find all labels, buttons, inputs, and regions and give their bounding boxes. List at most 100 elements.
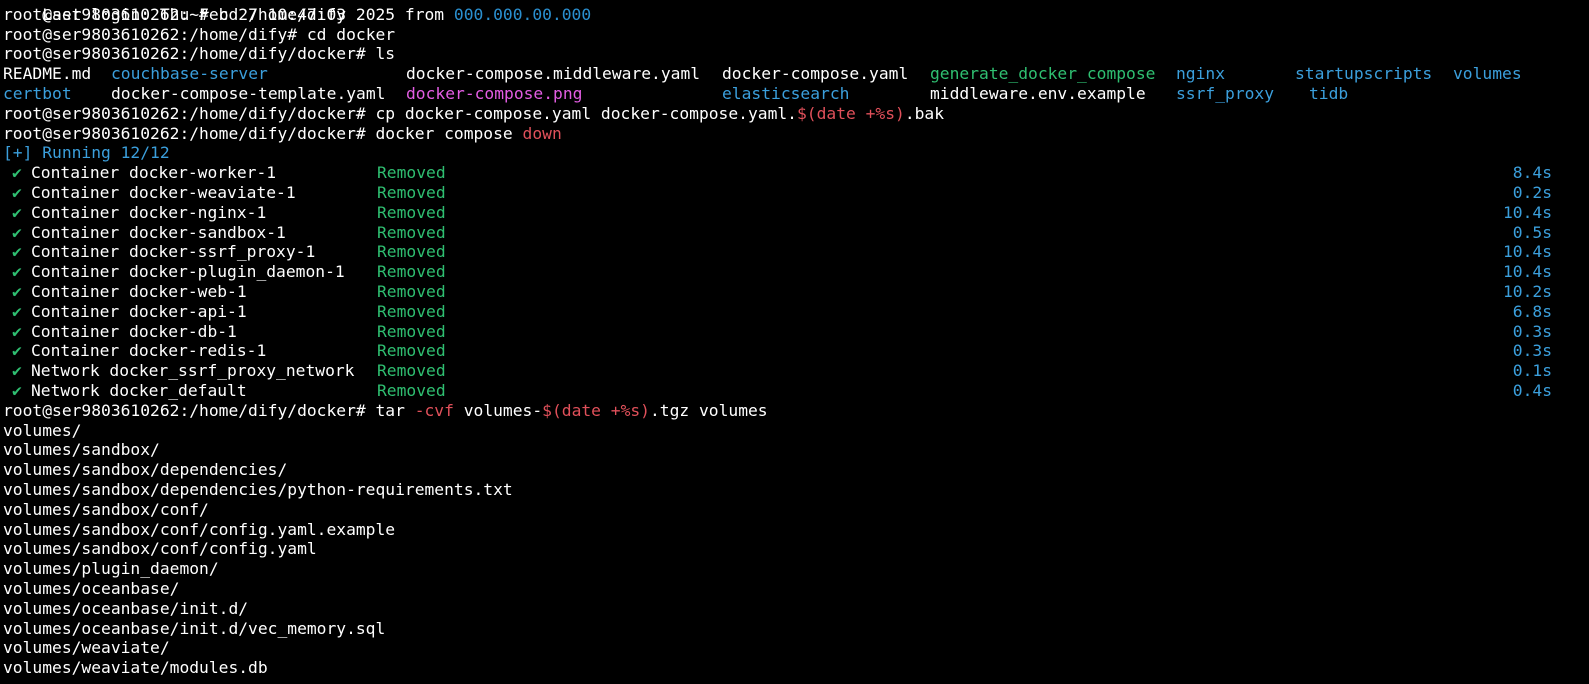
ls-entry-directory: certbot: [3, 83, 72, 103]
checkmark-icon: ✔: [12, 262, 22, 282]
checkmark-icon: ✔: [12, 163, 22, 183]
ls-entry-directory: elasticsearch: [722, 83, 850, 103]
tar-output-line: volumes/sandbox/conf/config.yaml.example: [3, 519, 396, 539]
checkmark-icon: ✔: [12, 321, 22, 341]
command-text: docker compose: [375, 123, 523, 143]
resource-status-line: ✔ Network docker_ssrf_proxy_network Remove…: [3, 361, 1586, 381]
resource-name: Container docker-api-1: [31, 301, 247, 321]
resource-duration: 0.1s: [1512, 361, 1552, 381]
resource-name: Container docker-sandbox-1: [31, 222, 286, 242]
resource-duration: 8.4s: [1512, 163, 1552, 183]
shell-prompt: root@ser9803610262:/home/dify/docker#: [3, 123, 376, 143]
resource-duration: 10.2s: [1502, 281, 1552, 301]
resource-status-line: ✔ Container docker-plugin_daemon-1 Removed…: [3, 262, 1586, 282]
ls-entry-image: docker-compose.png: [406, 83, 583, 103]
resource-state: Removed: [377, 361, 446, 381]
resource-status-line: ✔ Container docker-redis-1 Removed 0.3s: [3, 341, 1586, 361]
resource-status-line: ✔ Container docker-api-1 Removed 6.8s: [3, 302, 1586, 322]
command-text: cp docker-compose.yaml docker-compose.ya…: [375, 103, 797, 123]
resource-duration: 10.4s: [1502, 202, 1552, 222]
resource-status-line: ✔ Container docker-db-1 Removed 0.3s: [3, 322, 1586, 342]
resource-state: Removed: [377, 242, 446, 262]
resource-name: Container docker-web-1: [31, 281, 247, 301]
checkmark-icon: ✔: [12, 380, 22, 400]
resource-name: Container docker-ssrf_proxy-1: [31, 242, 316, 262]
terminal-window[interactable]: Last login: Thu Feb 27 10:47:03 2025 fro…: [3, 0, 1586, 678]
resource-duration: 10.4s: [1502, 242, 1552, 262]
checkmark-icon: ✔: [12, 281, 22, 301]
resource-status-line: ✔ Network docker_default Removed 0.4s: [3, 381, 1586, 401]
ls-entry-directory: nginx: [1176, 64, 1226, 84]
resource-state: Removed: [377, 380, 446, 400]
tar-output-line: volumes/weaviate/: [3, 638, 170, 658]
ls-entry-file: docker-compose-template.yaml: [111, 83, 386, 103]
checkmark-icon: ✔: [12, 301, 22, 321]
ls-entry-executable: generate_docker_compose: [930, 64, 1156, 84]
command-text: volumes-: [453, 400, 543, 420]
resource-name: Container docker-worker-1: [31, 163, 277, 183]
ls-entry-directory: volumes: [1453, 64, 1522, 84]
resource-duration: 0.3s: [1512, 341, 1552, 361]
resource-state: Removed: [377, 202, 446, 222]
tar-output-line: volumes/: [3, 420, 82, 440]
checkmark-icon: ✔: [12, 341, 22, 361]
checkmark-icon: ✔: [12, 242, 22, 262]
command-substitution: $(date +%s): [542, 400, 650, 420]
tar-output-line: volumes/oceanbase/: [3, 578, 180, 598]
command-substitution: $(date +%s): [796, 103, 905, 123]
resource-name: Container docker-db-1: [31, 321, 237, 341]
tar-output-line: volumes/sandbox/: [3, 440, 160, 460]
resource-status-line: ✔ Container docker-ssrf_proxy-1 Removed 10.…: [3, 242, 1586, 262]
cp-command-line: root@ser9803610262:/home/dify/docker# cp…: [3, 104, 1586, 124]
compose-down-command-line: root@ser9803610262:/home/dify/docker# do…: [3, 124, 1586, 144]
command-text: tar: [375, 400, 415, 420]
command-line: root@ser9803610262:~# cd /home/dify: [3, 5, 1586, 25]
tar-output-line: volumes/sandbox/conf/: [3, 499, 209, 519]
resource-status-line: ✔ Container docker-weaviate-1 Removed 0.2s: [3, 183, 1586, 203]
resource-duration: 0.2s: [1512, 182, 1552, 202]
tar-command-line: root@ser9803610262:/home/dify/docker# ta…: [3, 401, 1586, 421]
command-line: root@ser9803610262:/home/dify# cd docker: [3, 25, 1586, 45]
shell-prompt: root@ser9803610262:~#: [3, 4, 219, 24]
resource-status-list: ✔ Container docker-worker-1 Removed 8.4s ✔ Co…: [3, 163, 1586, 401]
resource-name: Network docker_default: [31, 380, 247, 400]
running-header: [+] Running 12/12: [3, 143, 170, 163]
tar-output-line: volumes/oceanbase/init.d/: [3, 598, 249, 618]
resource-state: Removed: [377, 301, 446, 321]
resource-name: Container docker-plugin_daemon-1: [31, 262, 345, 282]
resource-state: Removed: [377, 222, 446, 242]
checkmark-icon: ✔: [12, 182, 22, 202]
ls-output-row-1: README.md couchbase-server docker-compos…: [3, 64, 1586, 84]
checkmark-icon: ✔: [12, 202, 22, 222]
resource-status-line: ✔ Container docker-web-1 Removed 10.2s: [3, 282, 1586, 302]
tar-output-line: volumes/weaviate/modules.db: [3, 658, 268, 678]
checkmark-icon: ✔: [12, 222, 22, 242]
resource-duration: 0.5s: [1512, 222, 1552, 242]
command-text: cd docker: [306, 24, 396, 44]
ls-entry-directory: couchbase-server: [111, 64, 268, 84]
resource-status-line: ✔ Container docker-nginx-1 Removed 10.4s: [3, 203, 1586, 223]
resource-state: Removed: [377, 182, 446, 202]
resource-state: Removed: [377, 341, 446, 361]
resource-duration: 0.4s: [1512, 380, 1552, 400]
resource-state: Removed: [377, 281, 446, 301]
shell-prompt: root@ser9803610262:/home/dify#: [3, 24, 307, 44]
command-text: cd /home/dify: [218, 4, 347, 24]
ls-output-row-2: certbot docker-compose-template.yaml doc…: [3, 84, 1586, 104]
tar-output-line: volumes/oceanbase/init.d/vec_memory.sql: [3, 618, 386, 638]
resource-name: Container docker-weaviate-1: [31, 182, 296, 202]
ls-entry-file: README.md: [3, 64, 92, 84]
resource-status-line: ✔ Container docker-worker-1 Removed 8.4s: [3, 163, 1586, 183]
resource-state: Removed: [377, 262, 446, 282]
ls-entry-directory: ssrf_proxy: [1176, 83, 1275, 103]
resource-duration: 6.8s: [1512, 301, 1552, 321]
resource-state: Removed: [377, 321, 446, 341]
tar-output-list: volumes/volumes/sandbox/volumes/sandbox/…: [3, 421, 1586, 678]
ls-entry-file: docker-compose.yaml: [722, 64, 909, 84]
tar-output-line: volumes/sandbox/dependencies/: [3, 460, 288, 480]
ls-entry-directory: tidb: [1309, 83, 1349, 103]
resource-name: Network docker_ssrf_proxy_network: [31, 361, 355, 381]
command-text: .tgz volumes: [649, 400, 768, 420]
resource-status-line: ✔ Container docker-sandbox-1 Removed 0.5s: [3, 223, 1586, 243]
tar-output-line: volumes/plugin_daemon/: [3, 559, 219, 579]
